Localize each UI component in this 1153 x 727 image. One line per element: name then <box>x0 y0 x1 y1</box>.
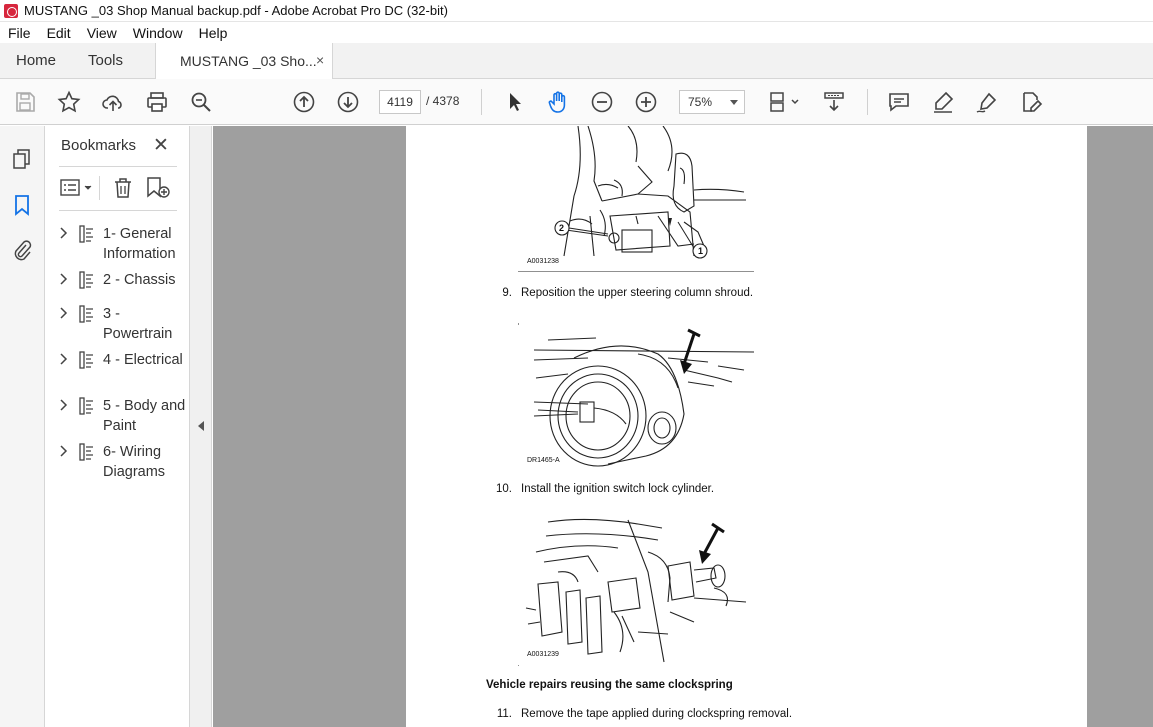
page-thumbnails-icon[interactable] <box>11 148 33 170</box>
zoom-in-icon[interactable] <box>634 90 658 114</box>
toolbar-divider <box>481 89 482 115</box>
edit-pdf-icon[interactable] <box>1019 90 1043 114</box>
chevron-down-icon <box>730 100 738 105</box>
figure-lock-cylinder-illustration: A0031239 <box>518 512 754 667</box>
menu-view[interactable]: View <box>79 25 125 41</box>
chevron-right-icon[interactable] <box>59 353 69 365</box>
tab-document-label: MUSTANG _03 Sho... <box>180 53 317 69</box>
step-text: Install the ignition switch lock cylinde… <box>521 483 715 495</box>
menu-file[interactable]: File <box>0 25 39 41</box>
figure-code: DR1465-A <box>527 457 560 464</box>
tab-row: Home Tools MUSTANG _03 Sho... × <box>0 43 1153 80</box>
chevron-right-icon[interactable] <box>59 273 69 285</box>
chevron-right-icon[interactable] <box>59 227 69 239</box>
menu-help[interactable]: Help <box>191 25 236 41</box>
bookmark-icon[interactable] <box>11 194 33 216</box>
zoom-out-icon[interactable] <box>590 90 614 114</box>
figure-code: A0031238 <box>527 258 559 265</box>
previous-page-icon[interactable] <box>292 90 316 114</box>
bookmarks-panel: Bookmarks ✕ 1- General Information 2 - C… <box>45 126 190 727</box>
print-icon[interactable] <box>145 90 169 114</box>
next-page-icon[interactable] <box>336 90 360 114</box>
document-viewport[interactable]: 2 1 A0031238 9. Reposition the upper ste… <box>213 126 1153 727</box>
bookmark-label: 4 - Electrical <box>103 352 183 368</box>
close-icon[interactable]: ✕ <box>153 134 169 157</box>
chevron-right-icon[interactable] <box>59 445 69 457</box>
zoom-value: 75% <box>688 95 713 109</box>
fit-page-icon[interactable] <box>767 90 801 114</box>
chevron-left-icon <box>198 421 204 431</box>
highlight-pen-icon[interactable] <box>931 90 955 114</box>
callout-2: 2 <box>559 223 565 233</box>
zoom-search-icon[interactable] <box>189 90 213 114</box>
callout-1: 1 <box>698 246 704 256</box>
figure-shroud-illustration: DR1465-A <box>518 318 755 470</box>
acrobat-app-icon <box>4 3 18 18</box>
menu-bar: File Edit View Window Help <box>0 22 1153 43</box>
save-icon[interactable] <box>13 90 37 114</box>
chevron-right-icon[interactable] <box>59 307 69 319</box>
bookmark-tree-icon <box>79 225 93 243</box>
tab-tools[interactable]: Tools <box>88 52 123 69</box>
zoom-select[interactable]: 75% <box>679 90 745 114</box>
hand-tool-icon[interactable] <box>546 90 570 114</box>
divider <box>59 210 177 211</box>
bookmark-label: 2 - Chassis <box>103 272 176 288</box>
sign-icon[interactable] <box>975 90 999 114</box>
step-text: Remove the tape applied during clockspri… <box>521 708 793 720</box>
bookmark-tree-icon <box>79 305 93 323</box>
tab-document[interactable]: MUSTANG _03 Sho... × <box>155 43 333 80</box>
bookmark-tree-icon <box>79 351 93 369</box>
trash-icon[interactable] <box>111 176 135 200</box>
divider <box>59 166 177 167</box>
step-number: 10. <box>496 483 512 495</box>
bookmark-label: 1- General Information <box>103 226 176 262</box>
toolbar-divider <box>867 89 868 115</box>
bookmark-options-icon[interactable] <box>59 176 95 200</box>
bookmark-label: 3 - Powertrain <box>103 306 173 342</box>
page-total: / 4378 <box>426 94 460 108</box>
chevron-right-icon[interactable] <box>59 399 69 411</box>
window-title: MUSTANG _03 Shop Manual backup.pdf - Ado… <box>24 3 448 18</box>
figure-column-lock-illustration: 2 1 A0031238 <box>518 126 754 273</box>
figure-code: A0031239 <box>527 651 559 658</box>
page-number-input[interactable]: 4119 <box>379 90 421 114</box>
step-text: Reposition the upper steering column shr… <box>521 287 754 299</box>
select-cursor-icon[interactable] <box>503 90 527 114</box>
attachment-icon[interactable] <box>11 239 33 261</box>
bookmark-tree-icon <box>79 397 93 415</box>
scroll-mode-icon[interactable] <box>822 90 846 114</box>
bookmark-tree-icon <box>79 443 93 461</box>
menu-window[interactable]: Window <box>125 25 191 41</box>
bookmarks-title: Bookmarks <box>61 137 137 154</box>
section-heading: Vehicle repairs reusing the same clocksp… <box>486 679 733 691</box>
left-navigation-rail <box>0 126 45 727</box>
step-number: 9. <box>502 287 512 299</box>
new-bookmark-icon[interactable] <box>145 176 171 200</box>
bookmark-label: 5 - Body and Paint <box>103 398 186 434</box>
tab-home[interactable]: Home <box>16 52 56 69</box>
comment-icon[interactable] <box>887 90 911 114</box>
bookmarks-toolbar <box>59 176 179 200</box>
panel-collapse-handle[interactable] <box>190 126 212 727</box>
toolbar: 4119 / 4378 75% <box>0 79 1153 125</box>
bookmark-tree-icon <box>79 271 93 289</box>
bookmark-label: 6- Wiring Diagrams <box>103 444 166 480</box>
pdf-page: 2 1 A0031238 9. Reposition the upper ste… <box>406 126 1087 727</box>
tab-close-icon[interactable]: × <box>316 52 324 68</box>
menu-edit[interactable]: Edit <box>39 25 79 41</box>
cloud-upload-icon[interactable] <box>101 90 125 114</box>
title-bar: MUSTANG _03 Shop Manual backup.pdf - Ado… <box>0 0 1153 22</box>
star-icon[interactable] <box>57 90 81 114</box>
step-number: 11. <box>496 708 512 720</box>
divider <box>99 176 100 200</box>
